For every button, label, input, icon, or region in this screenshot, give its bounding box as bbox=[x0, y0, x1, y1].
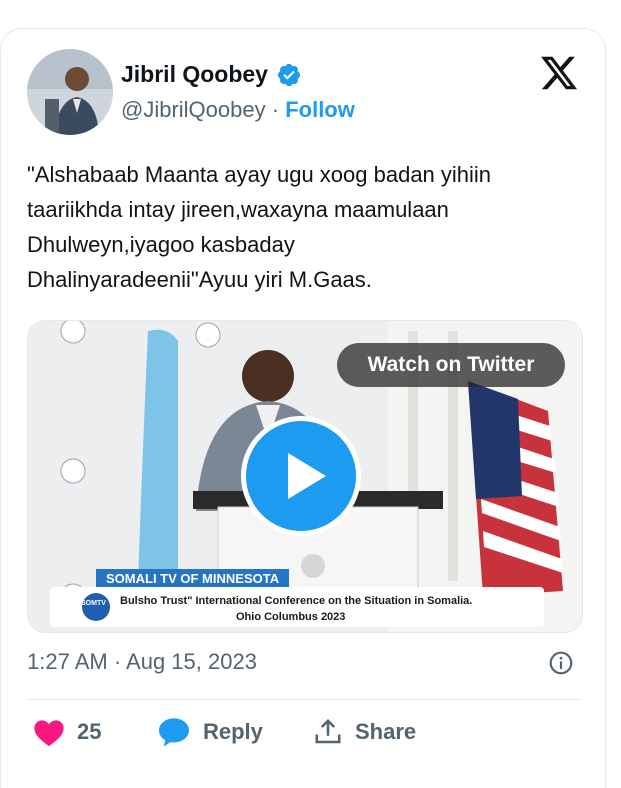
reply-label: Reply bbox=[203, 719, 263, 744]
tweet-text: "Alshabaab Maanta ayay ugu xoog badan yi… bbox=[27, 162, 492, 292]
like-button[interactable]: 25 bbox=[33, 717, 101, 747]
like-count: 25 bbox=[77, 719, 102, 744]
avatar[interactable] bbox=[27, 49, 113, 135]
author-name[interactable]: Jibril Qoobey bbox=[121, 61, 268, 88]
channel-logo-text: SOMTV bbox=[81, 600, 106, 607]
follow-button[interactable]: Follow bbox=[285, 97, 355, 122]
share-button[interactable]: Share bbox=[313, 717, 416, 747]
caption-line-2: Ohio Columbus 2023 bbox=[236, 611, 346, 623]
speech-bubble-icon bbox=[159, 718, 189, 747]
share-label: Share bbox=[355, 719, 417, 744]
caption-line-1: Bulsho Trust" International Conference o… bbox=[120, 595, 473, 607]
author-name-row: Jibril Qoobey bbox=[121, 61, 302, 88]
tweet-card: Jibril Qoobey @JibrilQoobey · Follow "Al… bbox=[0, 28, 606, 788]
watch-on-twitter-button[interactable]: Watch on Twitter bbox=[337, 343, 565, 387]
verified-badge-icon bbox=[277, 63, 301, 86]
caption-banner: SOMTV Bulsho Trust" International Confer… bbox=[50, 587, 544, 627]
reply-button[interactable]: Reply bbox=[157, 717, 263, 747]
avatar-photo bbox=[27, 49, 113, 135]
media-video[interactable]: Watch on Twitter SOMALI TV OF MINNESOTA … bbox=[27, 320, 583, 633]
heart-icon bbox=[34, 720, 64, 747]
play-button[interactable] bbox=[241, 416, 361, 536]
channel-banner: SOMALI TV OF MINNESOTA bbox=[96, 569, 290, 588]
separator: · bbox=[271, 97, 280, 122]
play-icon bbox=[288, 453, 326, 499]
share-upload-icon bbox=[315, 718, 341, 744]
x-logo-icon[interactable] bbox=[539, 53, 579, 93]
action-bar: 25 Reply Share bbox=[27, 717, 587, 757]
tweet-timestamp[interactable]: 1:27 AM · Aug 15, 2023 bbox=[27, 649, 257, 675]
author-handle-row: @JibrilQoobey · Follow bbox=[121, 97, 355, 123]
channel-logo-icon bbox=[82, 593, 110, 621]
info-icon[interactable] bbox=[548, 650, 574, 676]
divider bbox=[27, 699, 581, 700]
author-handle[interactable]: @JibrilQoobey bbox=[121, 97, 266, 122]
